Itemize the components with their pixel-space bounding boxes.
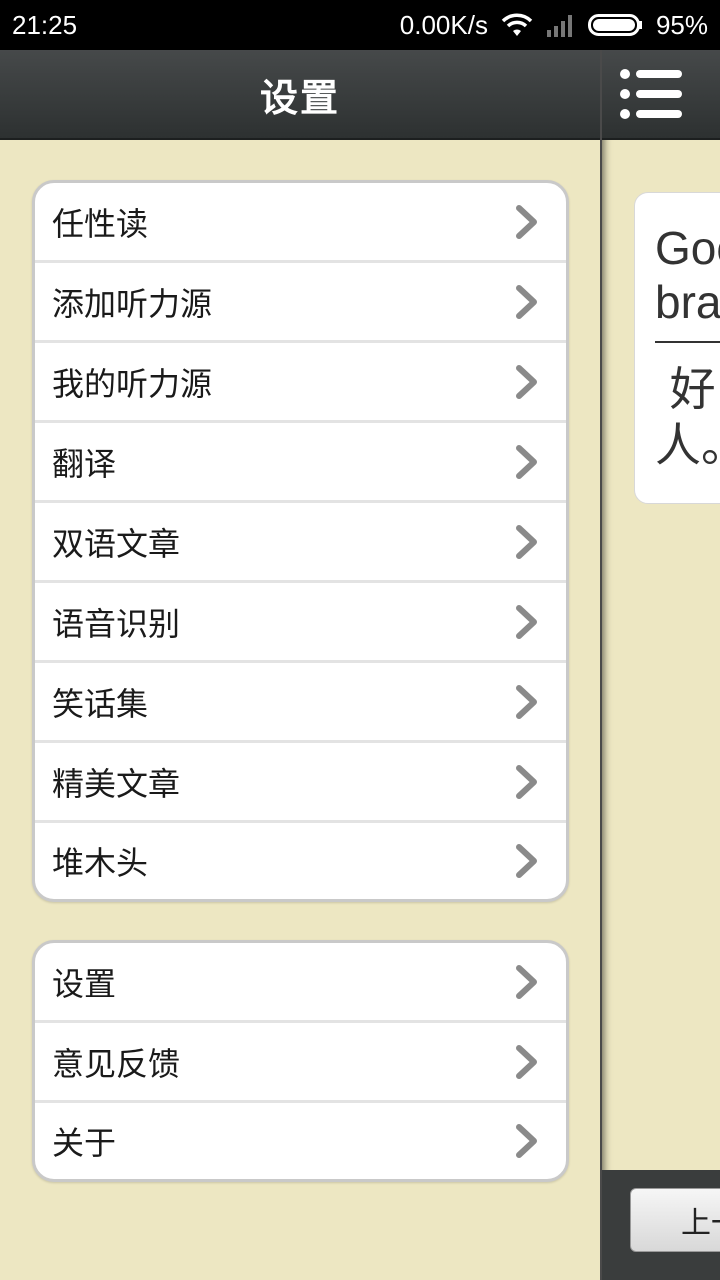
menu-item-feedback[interactable]: 意见反馈 [35, 1023, 566, 1103]
card-divider [655, 341, 720, 343]
menu-item-bilingual-articles[interactable]: 双语文章 [35, 503, 566, 583]
bottom-bar: 上一 [602, 1170, 720, 1280]
chevron-right-icon [516, 364, 537, 399]
battery-icon [587, 12, 644, 38]
menu-item-stack-wood[interactable]: 堆木头 [35, 823, 566, 899]
chevron-right-icon [516, 284, 537, 319]
chevron-right-icon [516, 684, 537, 719]
menu-item-label: 堆木头 [52, 844, 149, 882]
card-english-text: Goo bra [655, 222, 720, 328]
chevron-right-icon [516, 764, 537, 799]
status-right: 0.00K/s 95% [400, 10, 708, 41]
chevron-right-icon [516, 1124, 537, 1158]
chevron-right-icon [516, 444, 537, 479]
menu-item-speech-recognition[interactable]: 语音识别 [35, 583, 566, 663]
chevron-right-icon [516, 1044, 537, 1079]
previous-button-label: 上一 [681, 1206, 720, 1241]
menu-item-renxingdu[interactable]: 任性读 [35, 183, 566, 263]
menu-item-settings[interactable]: 设置 [35, 943, 566, 1023]
wifi-icon [500, 12, 534, 38]
content-header [602, 50, 720, 140]
chevron-right-icon [516, 604, 537, 639]
menu-item-my-listening-source[interactable]: 我的听力源 [35, 343, 566, 423]
chevron-right-icon [516, 964, 537, 999]
menu-item-jokes[interactable]: 笑话集 [35, 663, 566, 743]
menu-item-label: 我的听力源 [52, 364, 213, 403]
status-time: 21:25 [12, 9, 78, 40]
signal-icon [546, 12, 576, 38]
drawer-header: 设置 [0, 50, 600, 140]
menu-item-label: 双语文章 [52, 524, 181, 563]
menu-item-label: 关于 [52, 1124, 117, 1162]
menu-item-label: 任性读 [52, 204, 149, 243]
menu-item-add-listening-source[interactable]: 添加听力源 [35, 263, 566, 343]
hamburger-menu-icon[interactable] [618, 68, 684, 120]
navigation-drawer: 设置 任性读 添加听力源 我的听力源 翻译 双语文章 语音识别 笑话集 精美文章… [0, 50, 600, 1280]
sentence-card[interactable]: Goo bra 好 人。 [634, 192, 720, 504]
menu-group-main: 任性读 添加听力源 我的听力源 翻译 双语文章 语音识别 笑话集 精美文章 堆木… [32, 180, 569, 902]
menu-item-label: 意见反馈 [52, 1044, 181, 1083]
menu-item-label: 翻译 [52, 444, 117, 483]
chevron-right-icon [516, 844, 537, 878]
card-chinese-text: 好 人。 [655, 362, 720, 472]
main-content-peek: Goo bra 好 人。 上一 [600, 50, 720, 1280]
menu-item-label: 精美文章 [52, 764, 181, 803]
chevron-right-icon [516, 524, 537, 559]
menu-group-settings: 设置 意见反馈 关于 [32, 940, 569, 1182]
menu-item-fine-articles[interactable]: 精美文章 [35, 743, 566, 823]
network-speed: 0.00K/s [399, 9, 488, 40]
menu-item-label: 笑话集 [52, 684, 149, 723]
menu-item-translate[interactable]: 翻译 [35, 423, 566, 503]
menu-item-label: 设置 [52, 964, 117, 1003]
status-bar: 21:25 0.00K/s 95% [0, 0, 720, 50]
battery-percent: 95% [655, 9, 708, 40]
previous-button[interactable]: 上一 [630, 1188, 720, 1252]
menu-item-about[interactable]: 关于 [35, 1103, 566, 1179]
menu-item-label: 语音识别 [52, 604, 181, 643]
chevron-right-icon [516, 204, 537, 239]
drawer-title: 设置 [259, 75, 340, 120]
menu-item-label: 添加听力源 [52, 284, 213, 323]
